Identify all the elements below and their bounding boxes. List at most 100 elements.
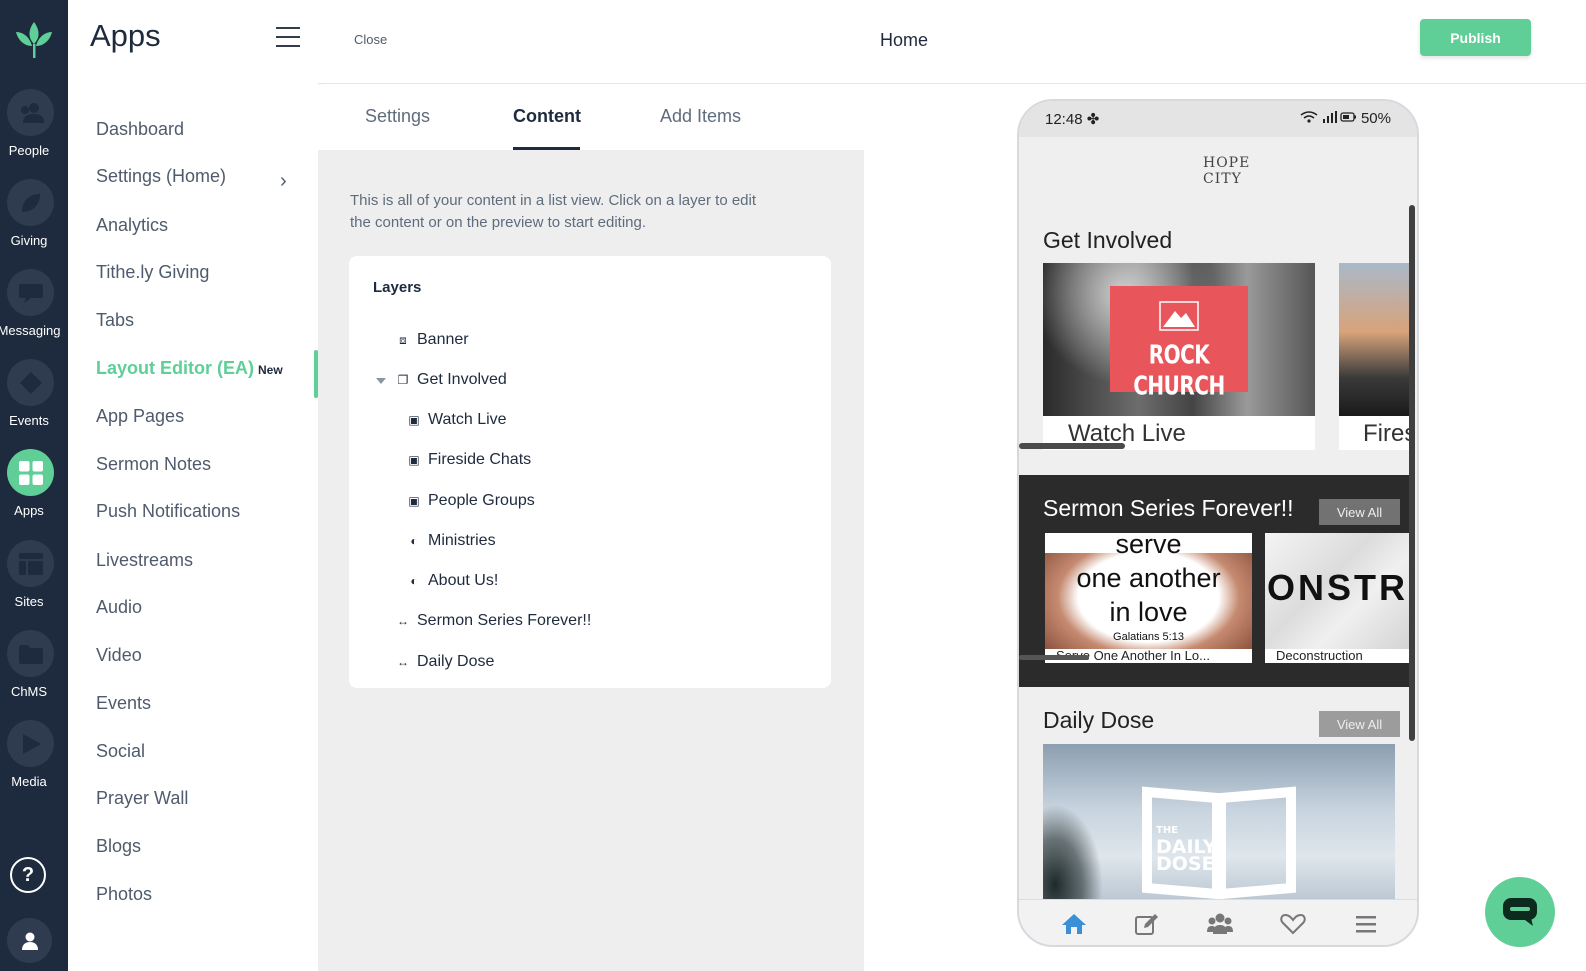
apps-grid-icon	[7, 449, 54, 496]
hamburger-menu-icon[interactable]	[276, 27, 300, 49]
help-icon[interactable]: ?	[10, 857, 46, 893]
sidebar-item-settings-home[interactable]: Settings (Home)	[96, 166, 226, 187]
phone-bottom-nav	[1019, 899, 1417, 945]
layer-people-groups[interactable]: ▣ People Groups	[407, 492, 535, 510]
sidebar-item-layout-editor[interactable]: Layout Editor (EA) New	[96, 358, 283, 379]
page-title: Home	[880, 30, 929, 50]
layout-icon	[7, 540, 54, 587]
caret-down-icon[interactable]	[376, 378, 386, 384]
chat-support-button[interactable]	[1485, 877, 1555, 947]
vertical-scrollbar[interactable]	[1409, 205, 1415, 741]
layers-card: Layers ⧈ Banner ❐ Get Involved ▣ Watch Live…	[349, 256, 831, 688]
layer-about-us[interactable]: ◐ About Us!	[407, 572, 498, 590]
app-rail: People Giving Messaging Events Apps Site…	[0, 0, 68, 971]
chevron-right-icon[interactable]: ›	[280, 170, 287, 193]
people-icon	[7, 89, 54, 136]
layer-banner[interactable]: ⧈ Banner	[396, 331, 469, 349]
phone-status-bar: 12:48 ✤ 50%	[1019, 101, 1417, 137]
user-avatar-icon[interactable]	[7, 918, 52, 963]
deconstruction-caption: Deconstruction	[1265, 649, 1411, 663]
layer-daily-dose[interactable]: ↔ Daily Dose	[396, 653, 494, 671]
sidebar-item-audio[interactable]: Audio	[96, 597, 142, 618]
sidebar-item-dashboard[interactable]: Dashboard	[96, 119, 184, 140]
sidebar-item-prayer-wall[interactable]: Prayer Wall	[96, 788, 188, 809]
content-panel: This is all of your content in a list vi…	[318, 150, 864, 971]
sidebar-item-push-notifications[interactable]: Push Notifications	[96, 501, 240, 522]
sidebar-item-app-pages[interactable]: App Pages	[96, 406, 184, 427]
rail-label-events: Events	[9, 413, 49, 428]
layer-label: Ministries	[428, 532, 496, 549]
sidebar-item-livestreams[interactable]: Livestreams	[96, 550, 193, 571]
rail-label-people: People	[8, 143, 50, 158]
layer-ministries[interactable]: ◐ Ministries	[407, 532, 496, 550]
watch-live-card-image[interactable]: ROCK CHURCH	[1043, 263, 1315, 416]
sidebar-item-video[interactable]: Video	[96, 645, 142, 666]
menu-icon[interactable]	[1353, 912, 1379, 936]
publish-button[interactable]: Publish	[1420, 19, 1531, 56]
sidebar-item-social[interactable]: Social	[96, 741, 145, 762]
fireside-caption[interactable]: Fires	[1339, 416, 1411, 450]
sidebar-item-analytics[interactable]: Analytics	[96, 215, 168, 236]
rail-messaging[interactable]: Messaging	[0, 269, 68, 351]
leaf-icon	[7, 179, 54, 226]
heart-icon[interactable]	[1280, 912, 1306, 936]
layer-label: People Groups	[428, 492, 535, 509]
rail-people[interactable]: People	[0, 89, 68, 171]
view-all-button[interactable]: View All	[1319, 711, 1400, 737]
status-time: 12:48 ✤	[1045, 111, 1100, 128]
horizontal-scroll-thumb[interactable]	[1019, 655, 1089, 660]
rail-events[interactable]: Events	[0, 359, 68, 441]
layer-sermon-series[interactable]: ↔ Sermon Series Forever!!	[396, 612, 591, 630]
rail-apps[interactable]: Apps	[0, 449, 68, 531]
layer-watch-live[interactable]: ▣ Watch Live	[407, 411, 507, 429]
horizontal-scroll-thumb[interactable]	[1019, 443, 1125, 449]
sprout-small-icon: ✤	[1086, 111, 1100, 128]
rail-media[interactable]: Media	[0, 720, 68, 802]
fireside-card-image[interactable]	[1339, 263, 1411, 416]
tab-add-items[interactable]: Add Items	[660, 106, 741, 127]
close-button[interactable]: Close	[354, 32, 387, 47]
serve-line-1: serve	[1115, 533, 1182, 559]
layer-label: Banner	[417, 331, 469, 348]
editor-topbar: Close Home Publish	[318, 0, 1586, 84]
daily-dose-section[interactable]: Daily Dose View All THE DAILY DOSE	[1019, 687, 1411, 905]
layer-label: About Us!	[428, 572, 499, 589]
home-icon[interactable]	[1061, 912, 1087, 936]
tab-settings[interactable]: Settings	[365, 106, 430, 127]
layer-label: Watch Live	[428, 411, 507, 428]
rail-label-giving: Giving	[10, 233, 48, 248]
rail-label-messaging: Messaging	[0, 323, 61, 338]
view-all-button[interactable]: View All	[1319, 499, 1400, 525]
verse-reference: Galatians 5:13	[1113, 631, 1184, 643]
layer-fireside-chats[interactable]: ▣ Fireside Chats	[407, 451, 531, 469]
layer-get-involved[interactable]: ❐ Get Involved	[396, 371, 507, 389]
ticket-icon	[7, 359, 54, 406]
phone-preview[interactable]: 12:48 ✤ 50% HOPE CITY Get Involved ROCK …	[1017, 99, 1419, 947]
rail-giving[interactable]: Giving	[0, 179, 68, 261]
globe-icon: ◐	[410, 534, 418, 548]
editor-tabs: Settings Content Add Items	[318, 85, 864, 150]
serve-card-image[interactable]: serve one another in love Galatians 5:13…	[1045, 533, 1252, 663]
apps-sidebar: Apps Dashboard Settings (Home) › Analyti…	[68, 0, 318, 971]
chat-bubble-icon	[1503, 898, 1537, 926]
deconstruction-image-text: ONSTRU	[1267, 567, 1411, 608]
rail-sites[interactable]: Sites	[0, 540, 68, 622]
deconstruction-card-image[interactable]: ONSTRU Deconstruction	[1265, 533, 1411, 663]
edit-icon[interactable]	[1134, 912, 1160, 936]
sprout-logo-icon[interactable]	[10, 18, 58, 62]
get-involved-section[interactable]: Get Involved ROCK CHURCH Watch Live Fire…	[1019, 207, 1411, 475]
sidebar-item-tithely-giving[interactable]: Tithe.ly Giving	[96, 262, 209, 283]
daily-dose-card-image[interactable]: THE DAILY DOSE	[1043, 744, 1395, 905]
church-logo[interactable]: HOPE CITY	[1203, 155, 1249, 187]
sidebar-item-tabs[interactable]: Tabs	[96, 310, 134, 331]
sidebar-item-blogs[interactable]: Blogs	[96, 836, 141, 857]
group-icon[interactable]	[1207, 912, 1233, 936]
play-icon	[7, 720, 54, 767]
tab-content[interactable]: Content	[513, 106, 581, 127]
rail-label-chms: ChMS	[10, 684, 48, 699]
sidebar-item-photos[interactable]: Photos	[96, 884, 152, 905]
rail-chms[interactable]: ChMS	[0, 630, 68, 712]
sidebar-item-sermon-notes[interactable]: Sermon Notes	[96, 454, 211, 475]
sidebar-item-events[interactable]: Events	[96, 693, 151, 714]
sermon-series-section[interactable]: Sermon Series Forever!! View All serve o…	[1019, 475, 1411, 687]
